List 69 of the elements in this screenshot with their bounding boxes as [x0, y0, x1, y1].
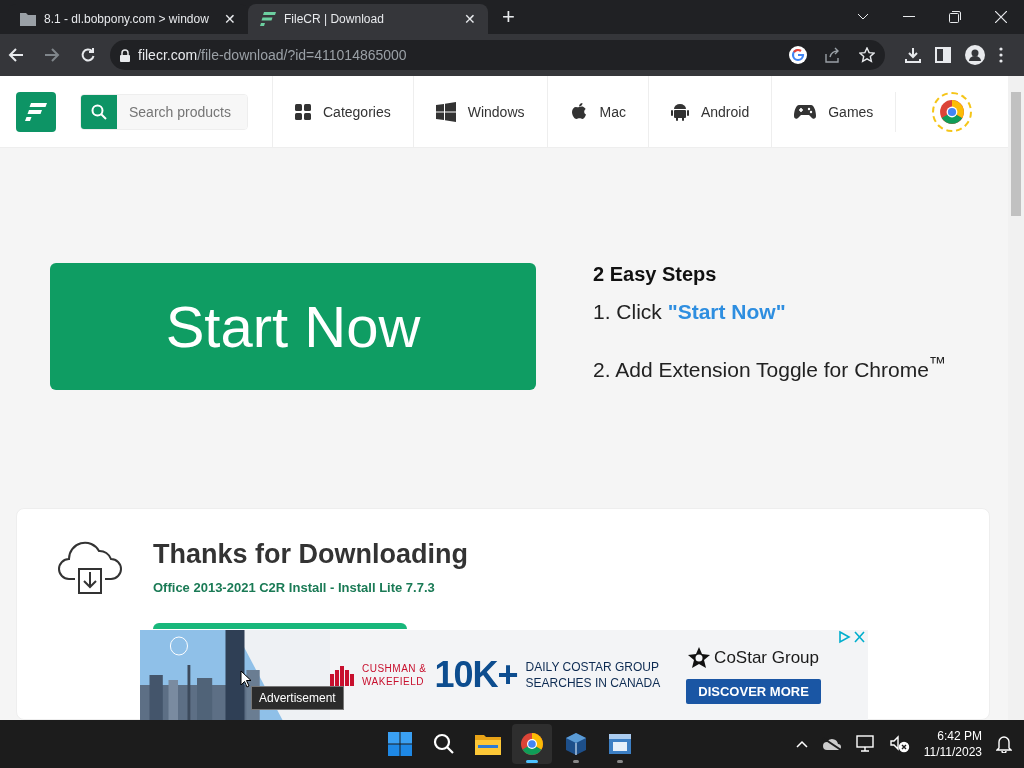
- new-tab-button[interactable]: +: [502, 4, 515, 30]
- star-icon[interactable]: [859, 47, 875, 63]
- folder-icon: [20, 12, 36, 26]
- chevron-up-icon[interactable]: [795, 740, 808, 748]
- nav-item[interactable]: Windows: [412, 76, 547, 147]
- menu-icon[interactable]: [999, 47, 1003, 63]
- back-icon[interactable]: [8, 47, 24, 63]
- sponsor-name: CUSHMAN &: [362, 662, 427, 675]
- browser-tab[interactable]: FileCR | Download ✕: [248, 4, 488, 34]
- logo-icon: [260, 12, 276, 26]
- bell-icon[interactable]: [996, 735, 1012, 753]
- building-logo-icon: [330, 664, 354, 686]
- card-title: Thanks for Downloading: [153, 539, 468, 570]
- address-bar[interactable]: filecr.com/file-download/?id=411014865000: [110, 40, 885, 70]
- scrollbar-thumb[interactable]: [1011, 92, 1021, 216]
- brand-logo-icon: [688, 646, 711, 669]
- download-icon[interactable]: [905, 47, 921, 63]
- cloud-download-icon: [57, 539, 123, 595]
- ad-tagline: SEARCHES IN CANADA: [525, 675, 661, 691]
- grid-icon: [295, 103, 311, 120]
- close-tab-button[interactable]: ✕: [224, 11, 236, 27]
- nav-item[interactable]: Games: [771, 76, 896, 147]
- discover-more-button[interactable]: DISCOVER MORE: [686, 678, 821, 704]
- search-field[interactable]: Search products: [80, 93, 248, 130]
- extension-badge[interactable]: [932, 91, 973, 132]
- sponsor-name: WAKEFIELD: [362, 675, 425, 688]
- restore-icon[interactable]: [949, 11, 961, 23]
- cloud-off-icon[interactable]: [821, 737, 842, 751]
- profile-icon[interactable]: [965, 45, 985, 65]
- android-icon: [670, 101, 689, 122]
- lock-icon: [120, 48, 130, 62]
- cube-icon: [564, 732, 588, 756]
- ad-headline: 10K+: [434, 654, 518, 696]
- gamepad-icon: [794, 103, 817, 120]
- steps-heading: 2 Easy Steps: [593, 263, 718, 286]
- app-window-icon: [608, 732, 632, 756]
- clock-time[interactable]: 6:42 PM: [937, 728, 982, 744]
- windows-icon: [435, 101, 456, 122]
- google-icon[interactable]: [789, 46, 807, 64]
- share-icon[interactable]: [825, 47, 841, 63]
- close-icon[interactable]: [995, 11, 1007, 23]
- windows-start-icon: [388, 732, 412, 756]
- chrome-icon: [939, 98, 966, 125]
- site-logo[interactable]: [16, 91, 56, 132]
- brand-name: CoStar Group: [714, 647, 819, 668]
- chrome-icon: [520, 732, 544, 756]
- forward-icon[interactable]: [44, 47, 60, 63]
- file-name: Office 2013-2021 C2R Install - Install Lite 7.7.3: [153, 580, 436, 595]
- speaker-muted-icon[interactable]: [889, 735, 910, 753]
- side-panel-icon[interactable]: [935, 47, 951, 63]
- step-text: 2. Add Extension Toggle for Chrome$^{™}$: [593, 353, 947, 382]
- cursor-icon: [240, 670, 252, 688]
- minimize-icon[interactable]: [903, 16, 915, 18]
- search-icon[interactable]: [91, 103, 107, 120]
- step-text: 1. Click "Start Now": [593, 300, 787, 324]
- ad-tagline: DAILY COSTAR GROUP: [525, 659, 660, 675]
- nav-item[interactable]: Android: [647, 76, 772, 147]
- search-icon: [433, 733, 455, 755]
- close-tab-button[interactable]: ✕: [464, 11, 476, 27]
- nav-item[interactable]: Categories: [272, 76, 413, 147]
- network-icon[interactable]: [855, 735, 876, 753]
- taskbar-button[interactable]: [512, 724, 552, 764]
- nav-item[interactable]: Mac: [546, 76, 648, 147]
- tooltip: Advertisement: [251, 686, 344, 710]
- reload-icon[interactable]: [80, 47, 96, 63]
- chevron-down-icon[interactable]: [857, 13, 869, 21]
- apple-icon: [569, 101, 588, 122]
- folder-icon: [475, 733, 501, 755]
- clock-date[interactable]: 11/11/2023: [923, 744, 982, 760]
